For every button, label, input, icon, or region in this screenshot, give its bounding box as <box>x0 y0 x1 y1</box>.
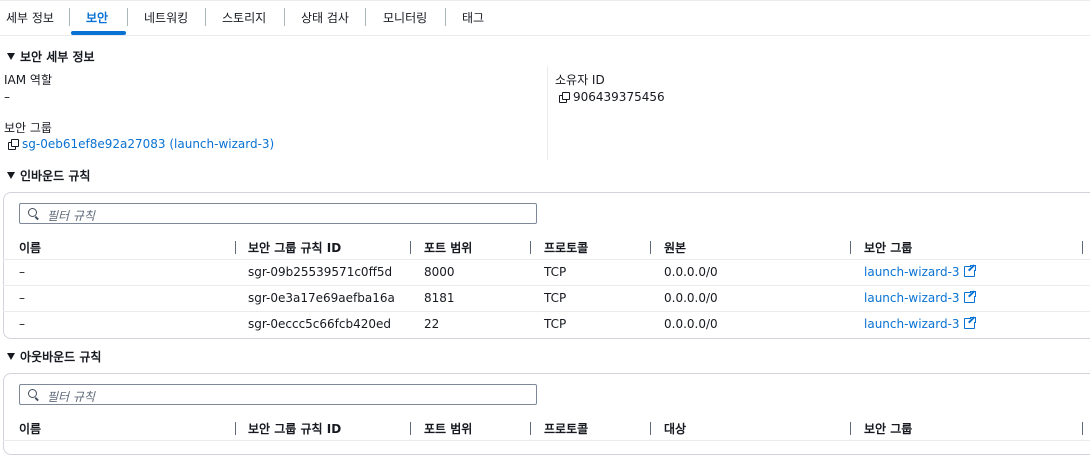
cell-port-range: 8181 <box>424 291 455 305</box>
inbound-rules-heading: 인바운드 규칙 <box>20 169 91 183</box>
cell-rule-id: sgr-09b25539571c0ff5d <box>248 265 393 279</box>
col-header-rule-id[interactable]: 보안 그룹 규칙 ID <box>248 239 341 256</box>
tab-bar-top-border <box>0 0 1090 1</box>
tab-separator <box>205 8 206 26</box>
cell-protocol: TCP <box>544 317 567 331</box>
copy-icon[interactable] <box>8 139 19 150</box>
caret-down-icon <box>7 53 15 60</box>
cell-protocol: TCP <box>544 291 567 305</box>
owner-id-label: 소유자 ID <box>555 73 605 87</box>
col-header-security-group[interactable]: 보안 그룹 <box>864 239 912 256</box>
external-link-icon <box>963 316 977 329</box>
tab-status-checks[interactable]: 상태 검사 <box>301 9 349 26</box>
cell-port-range: 22 <box>424 317 440 331</box>
caret-down-icon <box>7 172 15 179</box>
security-details-toggle[interactable]: 보안 세부 정보 <box>7 48 95 65</box>
iam-role-value: – <box>4 90 10 104</box>
security-group-link[interactable]: launch-wizard-3 <box>864 317 960 331</box>
security-group-link-cell[interactable]: launch-wizard-3 <box>864 316 977 331</box>
col-header-security-group[interactable]: 보안 그룹 <box>864 420 912 437</box>
row-divider <box>3 285 1090 286</box>
column-resizer[interactable] <box>650 422 651 435</box>
inbound-rules-toggle[interactable]: 인바운드 규칙 <box>7 167 90 184</box>
tab-separator <box>365 8 366 26</box>
column-resizer[interactable] <box>850 422 851 435</box>
caret-down-icon <box>7 353 15 360</box>
cell-port-range: 8000 <box>424 265 455 279</box>
security-group-link[interactable]: launch-wizard-3 <box>864 291 960 305</box>
cell-rule-id: sgr-0e3a17e69aefba16a <box>248 291 395 305</box>
search-icon <box>28 208 37 217</box>
external-link-icon <box>963 290 977 303</box>
owner-id-text: 906439375456 <box>573 90 665 104</box>
col-header-name[interactable]: 이름 <box>19 239 41 256</box>
column-resizer[interactable] <box>1082 241 1083 254</box>
column-divider <box>547 66 548 160</box>
row-divider <box>3 259 1090 260</box>
tab-separator <box>127 8 128 26</box>
row-divider <box>3 440 1090 441</box>
security-group-link[interactable]: launch-wizard-3 <box>864 265 960 279</box>
col-header-port-range[interactable]: 포트 범위 <box>424 239 472 256</box>
copy-icon[interactable] <box>559 92 570 103</box>
security-details-heading: 보안 세부 정보 <box>20 50 95 64</box>
tab-tags[interactable]: 태그 <box>462 9 484 26</box>
iam-role-label: IAM 역할 <box>4 73 52 87</box>
tab-storage[interactable]: 스토리지 <box>222 9 266 26</box>
tab-networking[interactable]: 네트워킹 <box>144 9 188 26</box>
column-resizer[interactable] <box>650 241 651 254</box>
tab-separator <box>69 8 70 26</box>
col-header-port-range[interactable]: 포트 범위 <box>424 420 472 437</box>
tab-monitoring[interactable]: 모니터링 <box>383 9 427 26</box>
cell-rule-id: sgr-0eccc5c66fcb420ed <box>248 317 392 331</box>
col-header-rule-id[interactable]: 보안 그룹 규칙 ID <box>248 420 341 437</box>
column-resizer[interactable] <box>410 422 411 435</box>
security-group-link-cell[interactable]: launch-wizard-3 <box>864 290 977 305</box>
inbound-filter-placeholder: 필터 규칙 <box>47 209 95 223</box>
security-groups-label: 보안 그룹 <box>4 121 52 135</box>
cell-name: – <box>19 265 25 279</box>
outbound-filter-placeholder: 필터 규칙 <box>47 390 95 404</box>
column-resizer[interactable] <box>410 241 411 254</box>
col-header-protocol[interactable]: 프로토콜 <box>544 420 588 437</box>
external-link-icon <box>963 264 977 277</box>
cell-name: – <box>19 291 25 305</box>
row-divider <box>3 311 1090 312</box>
security-group-link[interactable]: sg-0eb61ef8e92a27083 (launch-wizard-3) <box>22 137 274 151</box>
active-tab-indicator <box>71 31 126 35</box>
column-resizer[interactable] <box>530 422 531 435</box>
column-resizer[interactable] <box>850 241 851 254</box>
cell-source: 0.0.0.0/0 <box>664 265 718 279</box>
column-resizer[interactable] <box>530 241 531 254</box>
column-resizer[interactable] <box>235 422 236 435</box>
inbound-filter-input[interactable]: 필터 규칙 <box>19 203 537 224</box>
column-resizer[interactable] <box>1082 422 1083 435</box>
tab-separator <box>445 8 446 26</box>
outbound-rules-heading: 아웃바운드 규칙 <box>20 350 102 364</box>
search-icon <box>28 389 37 398</box>
col-header-source[interactable]: 원본 <box>664 239 686 256</box>
tab-separator <box>284 8 285 26</box>
tab-security[interactable]: 보안 <box>86 9 108 26</box>
owner-id-value: 906439375456 <box>559 90 665 104</box>
outbound-filter-input[interactable]: 필터 규칙 <box>19 384 537 405</box>
cell-name: – <box>19 317 25 331</box>
col-header-name[interactable]: 이름 <box>19 420 41 437</box>
security-group-value: sg-0eb61ef8e92a27083 (launch-wizard-3) <box>8 137 274 151</box>
col-header-protocol[interactable]: 프로토콜 <box>544 239 588 256</box>
tab-details[interactable]: 세부 정보 <box>6 9 54 26</box>
tab-bar: 세부 정보 보안 네트워킹 스토리지 상태 검사 모니터링 태그 <box>0 0 1090 36</box>
security-group-link-cell[interactable]: launch-wizard-3 <box>864 264 977 279</box>
col-header-destination[interactable]: 대상 <box>664 420 686 437</box>
column-resizer[interactable] <box>235 241 236 254</box>
cell-protocol: TCP <box>544 265 567 279</box>
outbound-rules-toggle[interactable]: 아웃바운드 규칙 <box>7 348 101 365</box>
cell-source: 0.0.0.0/0 <box>664 291 718 305</box>
cell-source: 0.0.0.0/0 <box>664 317 718 331</box>
